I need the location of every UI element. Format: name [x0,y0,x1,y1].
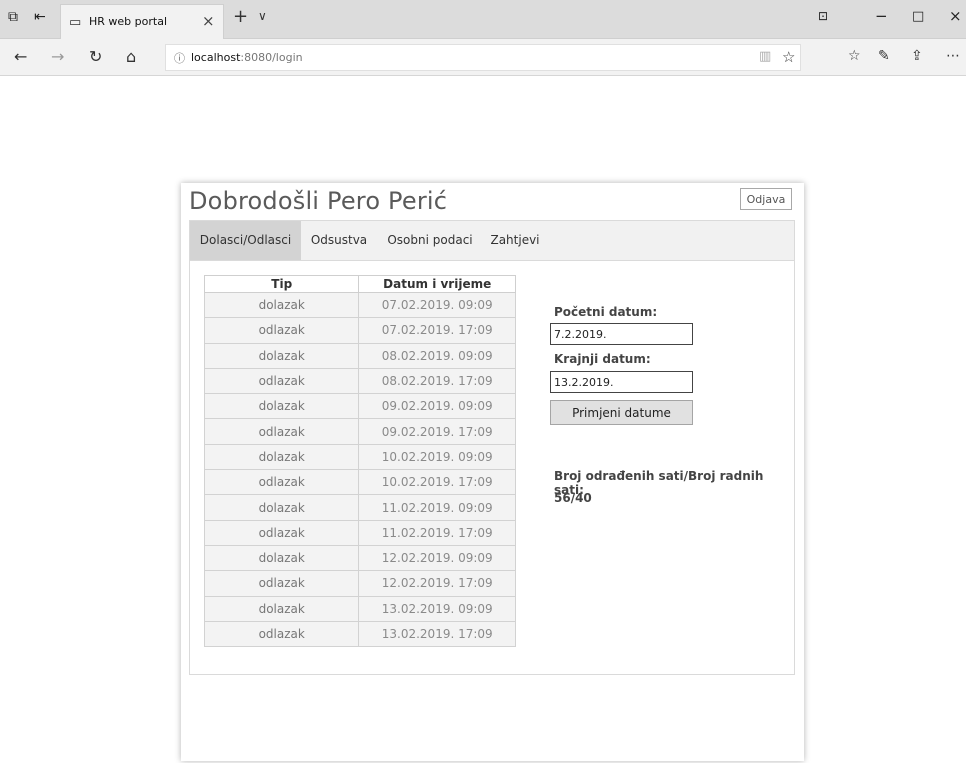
table-row: dolazak 10.02.2019. 09:09 [203,443,516,471]
share-icon[interactable]: ⇪ [911,48,923,64]
minimize-icon[interactable]: − [875,7,888,25]
favorite-star-icon[interactable]: ☆ [782,48,795,66]
start-date-input[interactable] [550,323,693,345]
pen-icon[interactable]: ✎ [878,48,890,64]
hours-value: 56/40 [554,491,592,505]
cell-datum: 13.02.2019. 17:09 [358,620,516,648]
table-row: dolazak 13.02.2019. 09:09 [203,595,516,622]
tab-odsustva[interactable]: Odsustva [305,221,373,260]
close-tab-icon[interactable]: × [202,12,215,30]
table-row: dolazak 09.02.2019. 09:09 [203,393,516,420]
cell-tip: dolazak [203,544,360,572]
back-icon[interactable]: ← [14,47,27,66]
cell-datum: 08.02.2019. 17:09 [358,367,516,395]
table-row: odlazak 09.02.2019. 17:09 [203,418,516,445]
tab-zahtjevi[interactable]: Zahtjevi [485,221,545,260]
cell-datum: 11.02.2019. 17:09 [358,519,516,546]
maximize-icon[interactable]: □ [912,9,924,24]
cell-tip: odlazak [203,570,360,597]
tab-content: Tip Datum i vrijeme dolazak 07.02.2019. 0… [189,261,795,675]
cell-tip: dolazak [203,595,360,622]
cell-tip: dolazak [203,342,360,369]
browser-nav-bar: ← → ↻ ⌂ ⓘ localhost:8080/login ▥ ☆ ☆ ✎ ⇪… [0,39,966,76]
cell-tip: dolazak [203,393,360,420]
chevron-down-icon[interactable]: ∨ [258,9,267,23]
cell-tip: odlazak [203,469,360,496]
favorites-list-icon[interactable]: ☆ [848,48,861,64]
home-icon[interactable]: ⌂ [126,47,136,66]
column-header-datum: Datum i vrijeme [358,275,516,293]
refresh-icon[interactable]: ↻ [89,47,102,66]
cell-datum: 10.02.2019. 09:09 [358,443,516,471]
section-tabs: Dolasci/Odlasci Odsustva Osobni podaci Z… [189,220,795,261]
main-panel: Dobrodošli Pero Perić Odjava Dolasci/Odl… [181,183,804,761]
browser-tab-hr-portal[interactable]: ▭ HR web portal × [60,4,224,39]
cell-tip: odlazak [203,620,360,648]
tab-osobni-podaci[interactable]: Osobni podaci [382,221,478,260]
cell-datum: 12.02.2019. 17:09 [358,570,516,597]
cell-tip: odlazak [203,519,360,546]
cell-tip: odlazak [203,317,360,344]
cell-tip: dolazak [203,443,360,471]
table-row: odlazak 07.02.2019. 17:09 [203,317,516,344]
cell-datum: 08.02.2019. 09:09 [358,342,516,369]
browser-tab-bar: ⧉ ⇤ ▭ HR web portal × + ∨ ⊡ − □ × [0,0,966,39]
cell-tip: dolazak [203,494,360,521]
forward-icon[interactable]: → [51,47,64,66]
cell-datum: 09.02.2019. 17:09 [358,418,516,445]
url-text: localhost:8080/login [191,51,303,64]
cell-datum: 11.02.2019. 09:09 [358,494,516,521]
table-row: odlazak 12.02.2019. 17:09 [203,570,516,597]
address-bar[interactable]: ⓘ localhost:8080/login ▥ ☆ [165,44,801,71]
table-row: odlazak 10.02.2019. 17:09 [203,469,516,496]
page-title: Dobrodošli Pero Perić [189,187,448,215]
info-icon[interactable]: ⓘ [174,50,185,66]
reading-view-icon[interactable]: ▥ [759,49,771,64]
cell-datum: 07.02.2019. 09:09 [358,291,516,319]
close-window-icon[interactable]: × [949,7,962,25]
column-header-tip: Tip [203,275,360,293]
cell-tip: odlazak [203,418,360,445]
tab-dolasci-odlasci[interactable]: Dolasci/Odlasci [190,221,301,260]
tab-preview-icon[interactable]: ⊡ [818,9,828,23]
page-icon: ▭ [69,15,82,30]
start-date-label: Početni datum: [554,305,658,319]
table-row: odlazak 11.02.2019. 17:09 [203,519,516,546]
table-row: dolazak 07.02.2019. 09:09 [203,291,516,319]
logout-button[interactable]: Odjava [740,188,792,210]
table-row: dolazak 12.02.2019. 09:09 [203,544,516,572]
cell-datum: 13.02.2019. 09:09 [358,595,516,622]
new-tab-icon[interactable]: + [233,6,248,27]
end-date-input[interactable] [550,371,693,393]
cell-tip: odlazak [203,367,360,395]
attendance-rows: dolazak 07.02.2019. 09:09 odlazak 07.02.201… [203,291,516,648]
table-row: dolazak 08.02.2019. 09:09 [203,342,516,369]
cell-datum: 10.02.2019. 17:09 [358,469,516,496]
more-icon[interactable]: ⋯ [946,48,960,64]
tab-title: HR web portal [89,15,167,28]
end-date-label: Krajnji datum: [554,352,651,366]
tab-manager-icon[interactable]: ⧉ [8,9,18,25]
cell-datum: 09.02.2019. 09:09 [358,393,516,420]
cell-tip: dolazak [203,291,360,319]
table-row: dolazak 11.02.2019. 09:09 [203,494,516,521]
table-row: odlazak 13.02.2019. 17:09 [203,620,516,648]
cell-datum: 12.02.2019. 09:09 [358,544,516,572]
set-aside-tabs-icon[interactable]: ⇤ [34,9,46,25]
cell-datum: 07.02.2019. 17:09 [358,317,516,344]
attendance-table: Tip Datum i vrijeme dolazak 07.02.2019. 0… [203,275,516,648]
table-row: odlazak 08.02.2019. 17:09 [203,367,516,395]
apply-dates-button[interactable]: Primjeni datume [550,400,693,425]
